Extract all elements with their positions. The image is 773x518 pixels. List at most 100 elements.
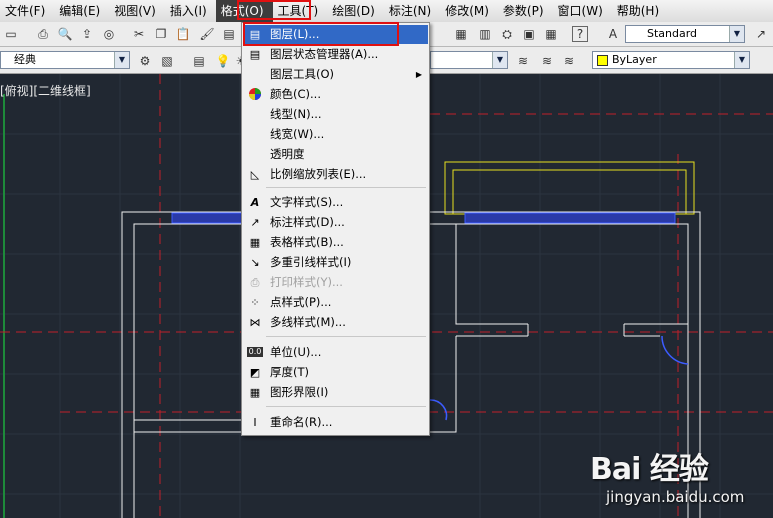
workspace-value: 经典 [14, 53, 36, 66]
menu-item-label: 表格样式(B)... [270, 235, 344, 249]
layer-previous-icon[interactable]: ≋ [538, 52, 556, 70]
color-swatch [597, 55, 608, 66]
menu-item-rename[interactable]: Ⅰ 重命名(R)... [243, 413, 428, 432]
menu-parameters[interactable]: 参数(P) [498, 0, 553, 22]
menu-bar: 文件(F) 编辑(E) 视图(V) 插入(I) 格式(O) 工具(T) 绘图(D… [0, 0, 773, 23]
highlight-box-layer-item [243, 22, 399, 46]
toolpalette-icon[interactable]: ▦ [452, 25, 470, 43]
menu-item-label: 单位(U)... [270, 345, 322, 359]
plot-style-icon: ⎙ [250, 276, 260, 289]
menu-item-table-style[interactable]: ▦ 表格样式(B)... [243, 233, 428, 252]
menu-item-label: 多线样式(M)... [270, 315, 346, 329]
menu-item-label: 重命名(R)... [270, 415, 333, 429]
chevron-down-icon[interactable]: ▼ [734, 52, 749, 68]
menu-item-layer-state-manager[interactable]: ▤ 图层状态管理器(A)... [243, 45, 428, 64]
lightbulb-icon[interactable]: 💡 [214, 52, 232, 70]
dim-style-icon[interactable]: ↗ [752, 25, 770, 43]
menu-item-label: 颜色(C)... [270, 87, 321, 101]
chevron-down-icon[interactable]: ▼ [114, 52, 129, 68]
layer-state-icon: ▤ [249, 48, 261, 61]
cut-icon[interactable]: ✂ [130, 25, 148, 43]
text-style-combo[interactable]: Standard ▼ [625, 25, 745, 43]
menu-item-scale-list[interactable]: ◺ 比例缩放列表(E)... [243, 165, 428, 184]
menu-insert[interactable]: 插入(I) [165, 0, 216, 22]
publish-icon[interactable]: ⇪ [78, 25, 96, 43]
scale-list-icon: ◺ [250, 168, 260, 181]
menu-item-color[interactable]: 颜色(C)... [243, 85, 428, 104]
menu-item-dim-style[interactable]: ↗ 标注样式(D)... [243, 213, 428, 232]
color-combo[interactable]: ByLayer ▼ [592, 51, 750, 69]
menu-item-linetype[interactable]: 线型(N)... [243, 105, 428, 124]
menu-item-layer-tools[interactable]: 图层工具(O) ▶ [243, 65, 428, 84]
print-icon[interactable]: ⎙ [34, 25, 52, 43]
menu-edit[interactable]: 编辑(E) [54, 0, 109, 22]
menu-item-mline-style[interactable]: ⋈ 多线样式(M)... [243, 313, 428, 332]
table-style-icon: ▦ [249, 236, 261, 249]
format-dropdown-menu: ▤ 图层(L)... ▤ 图层状态管理器(A)... 图层工具(O) ▶ 颜色(C).… [241, 22, 430, 436]
calc-icon[interactable]: ▦ [542, 25, 560, 43]
menu-item-label: 比例缩放列表(E)... [270, 167, 367, 181]
menu-item-label: 图形界限(I) [270, 385, 329, 399]
text-style-icon[interactable]: A [604, 25, 622, 43]
gear-icon[interactable]: ⚙ [136, 52, 154, 70]
color-wheel-icon [247, 87, 263, 102]
menu-item-point-style[interactable]: ⁘ 点样式(P)... [243, 293, 428, 312]
layer-properties-icon[interactable]: ▤ [190, 52, 208, 70]
chevron-down-icon[interactable]: ▼ [492, 52, 507, 68]
thickness-icon: ◩ [249, 366, 261, 379]
menu-item-units[interactable]: 0.0 单位(U)... [243, 343, 428, 362]
menu-view[interactable]: 视图(V) [109, 0, 165, 22]
block-editor-icon[interactable]: ▤ [220, 25, 238, 43]
menu-file[interactable]: 文件(F) [0, 0, 54, 22]
3d-icon[interactable]: ◎ [100, 25, 118, 43]
match-prop-icon[interactable]: 🖌 [198, 25, 216, 43]
point-style-icon: ⁘ [250, 296, 260, 309]
menu-item-label: 图层工具(O) [270, 67, 335, 81]
watermark-url: jingyan.baidu.com [606, 488, 745, 506]
text-style-value: Standard [647, 27, 698, 40]
baidu-jingyan-watermark: Bai 经验 jingyan.baidu.com [590, 436, 770, 516]
limits-icon: ▦ [249, 386, 261, 399]
menu-draw[interactable]: 绘图(D) [327, 0, 384, 22]
menu-help[interactable]: 帮助(H) [612, 0, 668, 22]
mline-style-icon: ⋈ [249, 316, 261, 329]
menu-item-transparency[interactable]: 透明度 [243, 145, 428, 164]
menu-item-text-style[interactable]: A 文字样式(S)... [243, 193, 428, 212]
quickcalc-icon[interactable]: ▣ [520, 25, 538, 43]
sheetset-icon[interactable]: ▥ [476, 25, 494, 43]
workspace-combo[interactable]: 经典 ▼ [0, 51, 130, 69]
menu-item-mleader-style[interactable]: ↘ 多重引线样式(I) [243, 253, 428, 272]
menu-item-label: 标注样式(D)... [270, 215, 345, 229]
menu-window[interactable]: 窗口(W) [553, 0, 612, 22]
units-icon: 0.0 [247, 347, 263, 357]
help-icon[interactable]: ? [572, 26, 588, 42]
print-preview-icon[interactable]: 🔍 [56, 25, 74, 43]
paste-icon[interactable]: 📋 [174, 25, 192, 43]
menu-item-label: 图层状态管理器(A)... [270, 47, 379, 61]
rename-icon: Ⅰ [253, 416, 257, 429]
menu-separator [266, 187, 426, 188]
layer-combo[interactable]: ▼ [430, 51, 508, 69]
menu-item-label: 线型(N)... [270, 107, 322, 121]
new-icon[interactable]: ▭ [2, 25, 20, 43]
menu-item-lineweight[interactable]: 线宽(W)... [243, 125, 428, 144]
menu-item-thickness[interactable]: ◩ 厚度(T) [243, 363, 428, 382]
menu-item-plot-style: ⎙ 打印样式(Y)... [243, 273, 428, 292]
chevron-down-icon[interactable]: ▼ [729, 26, 744, 42]
text-style-icon: A [250, 196, 260, 209]
menu-item-drawing-limits[interactable]: ▦ 图形界限(I) [243, 383, 428, 402]
menu-item-label: 文字样式(S)... [270, 195, 344, 209]
highlight-box-format-menu [237, 0, 311, 20]
menu-separator [266, 406, 426, 407]
menu-item-label: 线宽(W)... [270, 127, 325, 141]
layer-match-icon[interactable]: ≋ [560, 52, 578, 70]
menu-modify[interactable]: 修改(M) [440, 0, 498, 22]
menu-dimension[interactable]: 标注(N) [384, 0, 440, 22]
copy-icon[interactable]: ❐ [152, 25, 170, 43]
submenu-arrow-icon: ▶ [415, 70, 422, 79]
make-current-icon[interactable]: ≋ [514, 52, 532, 70]
menu-separator [266, 336, 426, 337]
markup-icon[interactable]: ⛭ [498, 25, 516, 43]
viewport-label[interactable]: [俯视][二维线框] [0, 82, 91, 99]
workspace-icon[interactable]: ▧ [158, 52, 176, 70]
